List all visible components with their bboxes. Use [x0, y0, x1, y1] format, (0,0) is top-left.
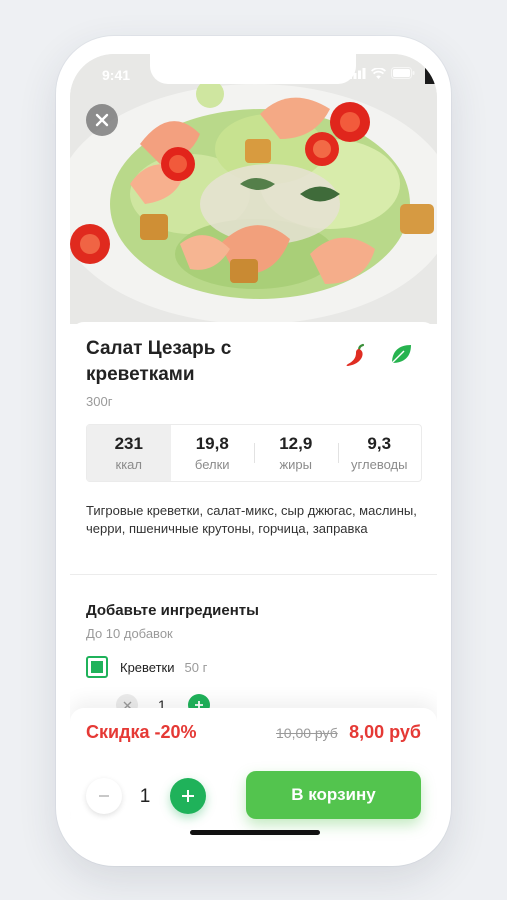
nutrition-protein[interactable]: 19,8 белки — [171, 425, 255, 481]
product-badges — [343, 342, 413, 368]
divider — [70, 574, 437, 575]
addons-subtitle: До 10 добавок — [86, 626, 173, 641]
new-price: 8,00 руб — [349, 722, 421, 742]
old-price: 10,00 руб — [276, 725, 338, 741]
home-indicator[interactable] — [190, 830, 320, 835]
signal-icon — [349, 67, 366, 79]
nutrition-carbs[interactable]: 9,3 углеводы — [337, 425, 422, 481]
quantity-value: 1 — [139, 786, 151, 807]
product-title: Салат Цезарь с креветками — [86, 338, 232, 385]
addon-weight: 50 г — [184, 659, 208, 675]
screen: 9:41 Салат Цезарь с креветками 300г 231 … — [70, 54, 437, 854]
battery-icon — [391, 67, 415, 79]
product-photo — [70, 54, 437, 324]
chili-icon — [346, 343, 365, 366]
nutrition-value: 12,9 — [279, 434, 313, 453]
plus-icon — [182, 790, 194, 802]
leaf-icon — [391, 345, 411, 364]
nutrition-fat[interactable]: 12,9 жиры — [254, 425, 338, 481]
status-icons — [349, 67, 415, 79]
nutrition-value: 231 — [114, 434, 143, 453]
close-icon — [95, 113, 109, 127]
nutrition-label: углеводы — [351, 457, 408, 472]
close-button[interactable] — [86, 104, 118, 136]
addons-title: Добавьте ингредиенты — [86, 602, 259, 619]
nutrition-calories[interactable]: 231 ккал — [87, 425, 171, 481]
nutrition-label: жиры — [279, 457, 313, 472]
nutrition-value: 9,3 — [367, 434, 392, 453]
phone-frame: 9:41 Салат Цезарь с креветками 300г 231 … — [56, 36, 451, 866]
product-weight: 300г — [86, 394, 113, 409]
quantity-increase-button[interactable] — [170, 778, 206, 814]
nutrition-label: ккал — [115, 457, 142, 472]
nutrition-value: 19,8 — [195, 434, 229, 453]
wifi-icon — [371, 67, 386, 79]
quantity-decrease-button[interactable] — [86, 778, 122, 814]
nutrition-label: белки — [194, 457, 230, 472]
minus-icon — [99, 795, 109, 797]
addon-item[interactable]: Креветки 50 г — [86, 656, 207, 678]
addon-checkbox[interactable] — [86, 656, 108, 678]
status-time: 9:41 — [102, 67, 131, 83]
addon-name: Креветки — [120, 659, 175, 675]
product-description: Тигровые креветки, салат-микс, сыр джюга… — [86, 503, 417, 536]
status-bar: 9:41 — [70, 54, 437, 94]
notch — [150, 54, 356, 84]
discount-label: Скидка -20% — [86, 722, 197, 742]
nutrition-table: 231 ккал 19,8 белки 12,9 жиры 9,3 углево… — [86, 424, 422, 482]
add-to-cart-button[interactable]: В корзину — [246, 771, 421, 819]
